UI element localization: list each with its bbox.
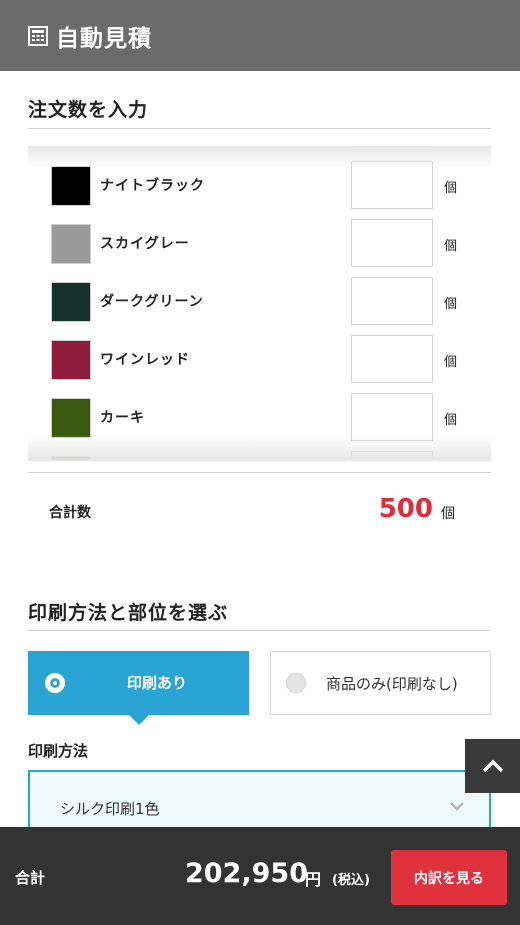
color-row-wine-red: ワインレッド 個 — [28, 335, 491, 385]
print-method-value: シルク印刷1色 — [60, 800, 160, 818]
unit-label: 個 — [444, 239, 458, 254]
radio-selected-icon — [45, 673, 65, 693]
list-fade-bottom — [28, 435, 491, 461]
color-name: ナイトブラック — [100, 178, 205, 194]
color-swatch — [51, 166, 91, 206]
color-name: スカイグレー — [100, 236, 190, 252]
footer-total-amount: 202,950 — [185, 858, 308, 889]
radio-unselected-icon — [286, 673, 306, 693]
unit-label: 個 — [444, 181, 458, 196]
color-swatch — [51, 224, 91, 264]
footer-tax-label: (税込) — [332, 873, 370, 888]
color-swatch — [51, 340, 91, 380]
quantity-input-khaki[interactable] — [351, 393, 433, 441]
calculator-icon — [28, 25, 48, 46]
total-quantity-label: 合計数 — [49, 505, 91, 521]
chevron-up-icon — [482, 759, 503, 773]
color-row-sky-gray: スカイグレー 個 — [28, 219, 491, 269]
print-method-label: 印刷方法 — [28, 742, 89, 760]
footer-total-label: 合計 — [15, 869, 46, 887]
list-fade-top — [28, 146, 491, 168]
without-print-label: 商品のみ(印刷なし) — [326, 675, 458, 693]
app-header: 自動見積 — [0, 0, 520, 71]
color-name: ワインレッド — [100, 352, 190, 368]
unit-label: 個 — [444, 297, 458, 312]
color-swatch — [51, 282, 91, 322]
page-title: 自動見積 — [56, 25, 152, 52]
chevron-down-icon — [450, 802, 464, 811]
order-section-title: 注文数を入力 — [28, 99, 149, 121]
section-divider — [28, 128, 491, 129]
unit-label: 個 — [444, 413, 458, 428]
footer-yen-label: 円 — [305, 870, 322, 889]
unit-label: 個 — [444, 355, 458, 370]
quantity-input-wine-red[interactable] — [351, 335, 433, 383]
total-footer: 合計 202,950 円 (税込) 内訳を見る — [0, 827, 520, 925]
color-row-dark-green: ダークグリーン 個 — [28, 277, 491, 327]
color-name: ダークグリーン — [100, 294, 204, 310]
view-breakdown-button[interactable]: 内訳を見る — [391, 850, 507, 905]
color-quantity-list[interactable]: ナイトブラック 個 スカイグレー 個 ダークグリーン 個 ワインレッド 個 カー… — [28, 146, 491, 461]
with-print-label: 印刷あり — [127, 674, 188, 692]
quantity-input-dark-green[interactable] — [351, 277, 433, 325]
total-quantity-row: 合計数 500 個 — [28, 472, 491, 552]
without-print-option[interactable]: 商品のみ(印刷なし) — [270, 651, 491, 715]
quantity-input-night-black[interactable] — [351, 161, 433, 209]
section-divider — [28, 630, 491, 631]
with-print-option[interactable]: 印刷あり — [28, 651, 249, 725]
print-section-title: 印刷方法と部位を選ぶ — [28, 602, 229, 624]
quantity-input-sky-gray[interactable] — [351, 219, 433, 267]
color-swatch — [51, 398, 91, 438]
scroll-to-top-button[interactable] — [465, 739, 520, 793]
total-quantity-value: 500 — [378, 494, 433, 524]
color-row-night-black: ナイトブラック 個 — [28, 161, 491, 211]
color-name: カーキ — [100, 410, 145, 426]
total-quantity-unit: 個 — [441, 506, 455, 522]
